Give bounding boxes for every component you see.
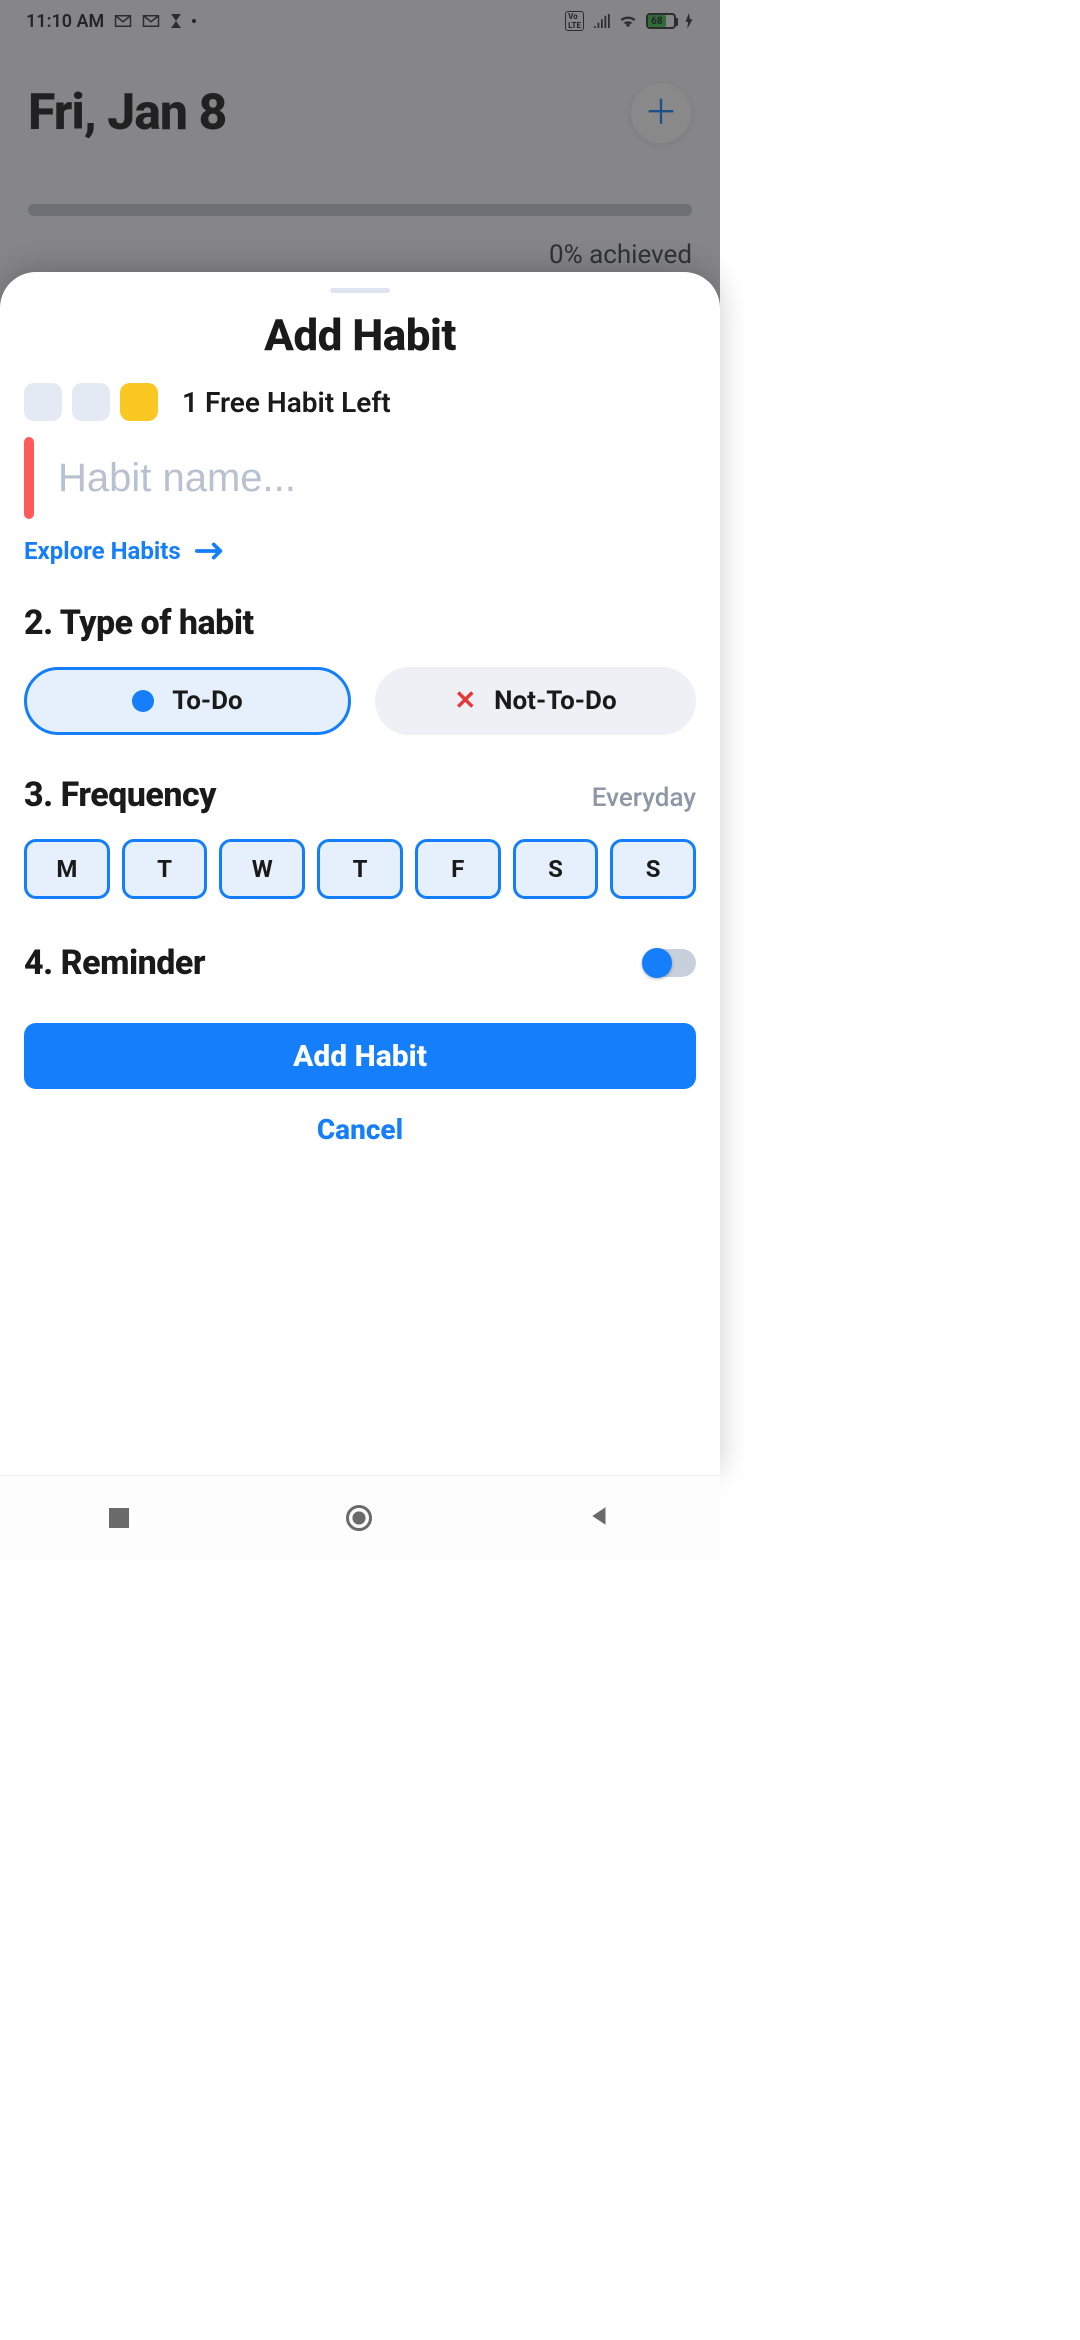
nav-home-button[interactable]: [346, 1505, 372, 1531]
explore-habits-link[interactable]: Explore Habits: [24, 537, 696, 565]
cancel-button-label: Cancel: [317, 1113, 403, 1146]
android-nav-bar: [0, 1475, 720, 1560]
day-toggle-wed[interactable]: W: [219, 839, 305, 899]
arrow-right-icon: [195, 541, 225, 561]
sheet-drag-handle[interactable]: [330, 288, 390, 293]
type-nottodo-label: Not-To-Do: [494, 686, 616, 716]
type-section-title: 2. Type of habit: [24, 603, 696, 643]
triangle-back-icon: [589, 1505, 611, 1531]
type-todo-button[interactable]: To-Do: [24, 667, 351, 735]
explore-habits-label: Explore Habits: [24, 537, 181, 565]
free-habit-label: 1 Free Habit Left: [182, 386, 391, 419]
sheet-slots-row: 1 Free Habit Left: [24, 383, 696, 421]
cancel-button[interactable]: Cancel: [24, 1113, 696, 1146]
day-toggle-sat[interactable]: S: [513, 839, 599, 899]
cross-icon: ✕: [454, 686, 476, 716]
square-icon: [109, 1508, 129, 1528]
habit-name-field[interactable]: [24, 437, 696, 519]
reminder-toggle[interactable]: [644, 949, 696, 977]
frequency-value: Everyday: [592, 783, 696, 813]
type-todo-label: To-Do: [172, 686, 242, 716]
days-row: M T W T F S S: [24, 839, 696, 899]
frequency-section-title: 3. Frequency: [24, 775, 216, 815]
dot-icon: [132, 690, 154, 712]
nav-recents-button[interactable]: [109, 1508, 129, 1528]
habit-name-input[interactable]: [58, 437, 696, 519]
add-habit-button[interactable]: Add Habit: [24, 1023, 696, 1089]
sheet-title: Add Habit: [24, 309, 696, 361]
circle-icon: [346, 1505, 372, 1531]
toggle-knob: [642, 948, 672, 978]
day-toggle-sun[interactable]: S: [610, 839, 696, 899]
day-toggle-thu[interactable]: T: [317, 839, 403, 899]
day-toggle-mon[interactable]: M: [24, 839, 110, 899]
input-accent-bar: [24, 437, 34, 519]
add-habit-sheet: Add Habit 1 Free Habit Left Explore Habi…: [0, 272, 720, 1475]
habit-slot: [24, 383, 62, 421]
nav-back-button[interactable]: [589, 1505, 611, 1531]
add-habit-button-label: Add Habit: [293, 1039, 427, 1074]
type-nottodo-button[interactable]: ✕ Not-To-Do: [375, 667, 696, 735]
habit-slot: [72, 383, 110, 421]
day-toggle-fri[interactable]: F: [415, 839, 501, 899]
habit-slot: [120, 383, 158, 421]
reminder-section-title: 4. Reminder: [24, 943, 205, 983]
day-toggle-tue[interactable]: T: [122, 839, 208, 899]
